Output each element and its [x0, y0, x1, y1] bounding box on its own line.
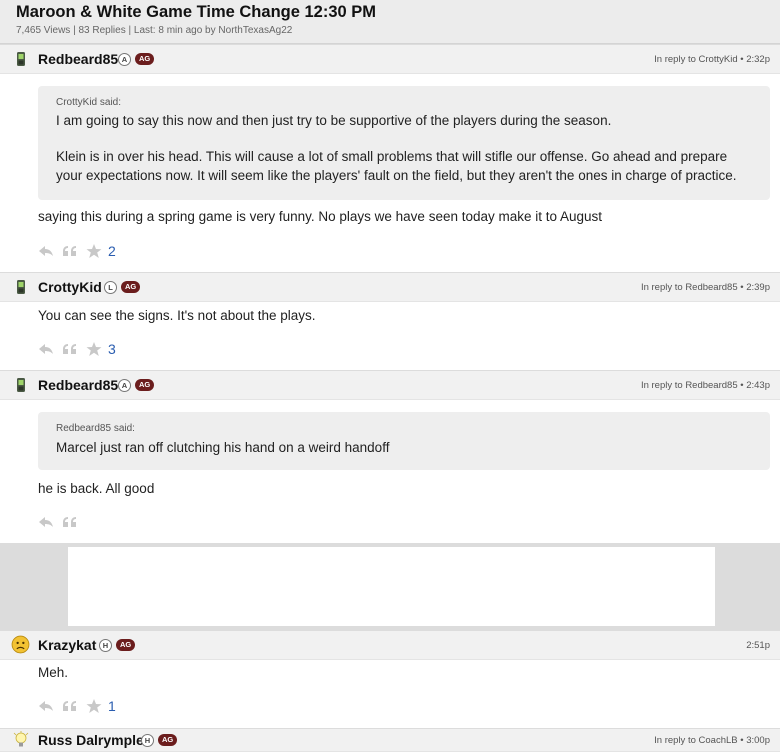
quote-author: CrottyKid said: — [56, 97, 122, 108]
post: Redbeard85 A AG In reply to CrottyKid • … — [0, 44, 780, 272]
phone-icon — [17, 378, 25, 392]
post: Redbeard85 A AG In reply to Redbeard85 •… — [0, 370, 780, 543]
username-link[interactable]: CrottyKid — [38, 279, 102, 295]
reply-meta: In reply to CrottyKid • 2:32p — [654, 53, 770, 65]
star-count[interactable]: 3 — [108, 341, 116, 357]
reply-to-link[interactable]: CoachLB — [699, 735, 738, 746]
reply-icon[interactable] — [38, 244, 54, 258]
quote-block: CrottyKid said: I am going to say this n… — [38, 86, 770, 200]
post-header: CrottyKid L AG In reply to Redbeard85 • … — [0, 272, 780, 302]
reply-meta: In reply to Redbeard85 • 2:43p — [640, 379, 770, 391]
reply-count: 83 Replies — [78, 25, 126, 36]
badge-letter: A — [118, 52, 131, 66]
post: Krazykat H AG 2:51p Meh. 1 — [0, 630, 780, 728]
post: CrottyKid L AG In reply to Redbeard85 • … — [0, 272, 780, 370]
quote-text: I am going to say this now and then just… — [56, 113, 612, 128]
badge-ag: AG — [158, 734, 178, 746]
thread-header: Maroon & White Game Time Change 12:30 PM… — [0, 0, 780, 44]
quote-icon[interactable] — [62, 699, 78, 713]
badge-ag: AG — [135, 53, 155, 65]
badge-letter: H — [141, 733, 154, 747]
post-actions: 3 — [38, 341, 116, 357]
sad-face-icon — [11, 635, 30, 654]
post-body: saying this during a spring game is very… — [38, 209, 603, 224]
quote-text: Marcel just ran off clutching his hand o… — [56, 440, 390, 455]
star-icon[interactable] — [86, 342, 102, 356]
user-badges: H AG — [99, 638, 136, 652]
post-time: • 2:43p — [740, 379, 770, 391]
reply-to-link[interactable]: CrottyKid — [699, 54, 738, 65]
username-link[interactable]: Russ Dalrymple — [38, 732, 144, 748]
username-link[interactable]: Krazykat — [38, 637, 96, 653]
reply-meta: In reply to Redbeard85 • 2:39p — [640, 281, 770, 293]
user-badges: A AG — [118, 52, 155, 66]
post-header: Krazykat H AG 2:51p — [0, 630, 780, 660]
post-actions — [38, 515, 78, 529]
post-body: Meh. — [38, 665, 69, 680]
phone-icon — [17, 52, 25, 66]
reply-icon[interactable] — [38, 515, 54, 529]
reply-meta: In reply to CoachLB • 3:00p — [654, 734, 770, 746]
post-actions: 2 — [38, 243, 116, 259]
post-body: You can see the signs. It's not about th… — [38, 308, 316, 323]
view-count: 7,465 Views — [16, 25, 71, 36]
user-badges: H AG — [141, 733, 178, 747]
reply-to-link[interactable]: Redbeard85 — [685, 282, 737, 293]
thread-meta: 7,465 Views | 83 Replies | Last: 8 min a… — [16, 25, 293, 36]
quote-icon[interactable] — [62, 515, 78, 529]
star-icon[interactable] — [86, 699, 102, 713]
ad-slot — [0, 543, 780, 630]
post-time: 2:51p — [746, 639, 770, 651]
badge-ag: AG — [135, 379, 155, 391]
last-post-user-link[interactable]: NorthTexasAg22 — [218, 25, 292, 36]
star-icon[interactable] — [86, 244, 102, 258]
reply-meta: 2:51p — [746, 640, 770, 651]
post-time: • 2:32p — [740, 53, 770, 65]
post-body: he is back. All good — [38, 481, 155, 496]
quote-author: Redbeard85 said: — [56, 423, 135, 434]
last-post-label: Last: 8 min ago by — [133, 25, 216, 36]
reply-icon[interactable] — [38, 342, 54, 356]
badge-letter: H — [99, 638, 112, 652]
post: Russ Dalrymple H AG In reply to CoachLB … — [0, 728, 780, 752]
quote-block: Redbeard85 said: Marcel just ran off clu… — [38, 412, 770, 470]
phone-icon — [17, 280, 25, 294]
username-link[interactable]: Redbeard85 — [38, 51, 118, 67]
badge-letter: L — [104, 280, 117, 294]
post-header: Redbeard85 A AG In reply to CrottyKid • … — [0, 44, 780, 74]
lightbulb-icon — [13, 731, 29, 747]
star-count[interactable]: 2 — [108, 243, 116, 259]
star-count[interactable]: 1 — [108, 698, 116, 714]
post-time: • 3:00p — [740, 734, 770, 746]
reply-to-link[interactable]: Redbeard85 — [685, 380, 737, 391]
username-link[interactable]: Redbeard85 — [38, 377, 118, 393]
post-header: Russ Dalrymple H AG In reply to CoachLB … — [0, 728, 780, 752]
reply-icon[interactable] — [38, 699, 54, 713]
badge-ag: AG — [116, 639, 136, 651]
quote-icon[interactable] — [62, 244, 78, 258]
user-badges: L AG — [104, 280, 141, 294]
badge-ag: AG — [121, 281, 141, 293]
post-actions: 1 — [38, 698, 116, 714]
thread-title: Maroon & White Game Time Change 12:30 PM — [16, 3, 377, 21]
quote-text: Klein is in over his head. This will cau… — [56, 149, 737, 183]
badge-letter: A — [118, 378, 131, 392]
ad-placeholder — [68, 547, 715, 626]
user-badges: A AG — [118, 378, 155, 392]
quote-icon[interactable] — [62, 342, 78, 356]
post-time: • 2:39p — [740, 281, 770, 293]
post-header: Redbeard85 A AG In reply to Redbeard85 •… — [0, 370, 780, 400]
